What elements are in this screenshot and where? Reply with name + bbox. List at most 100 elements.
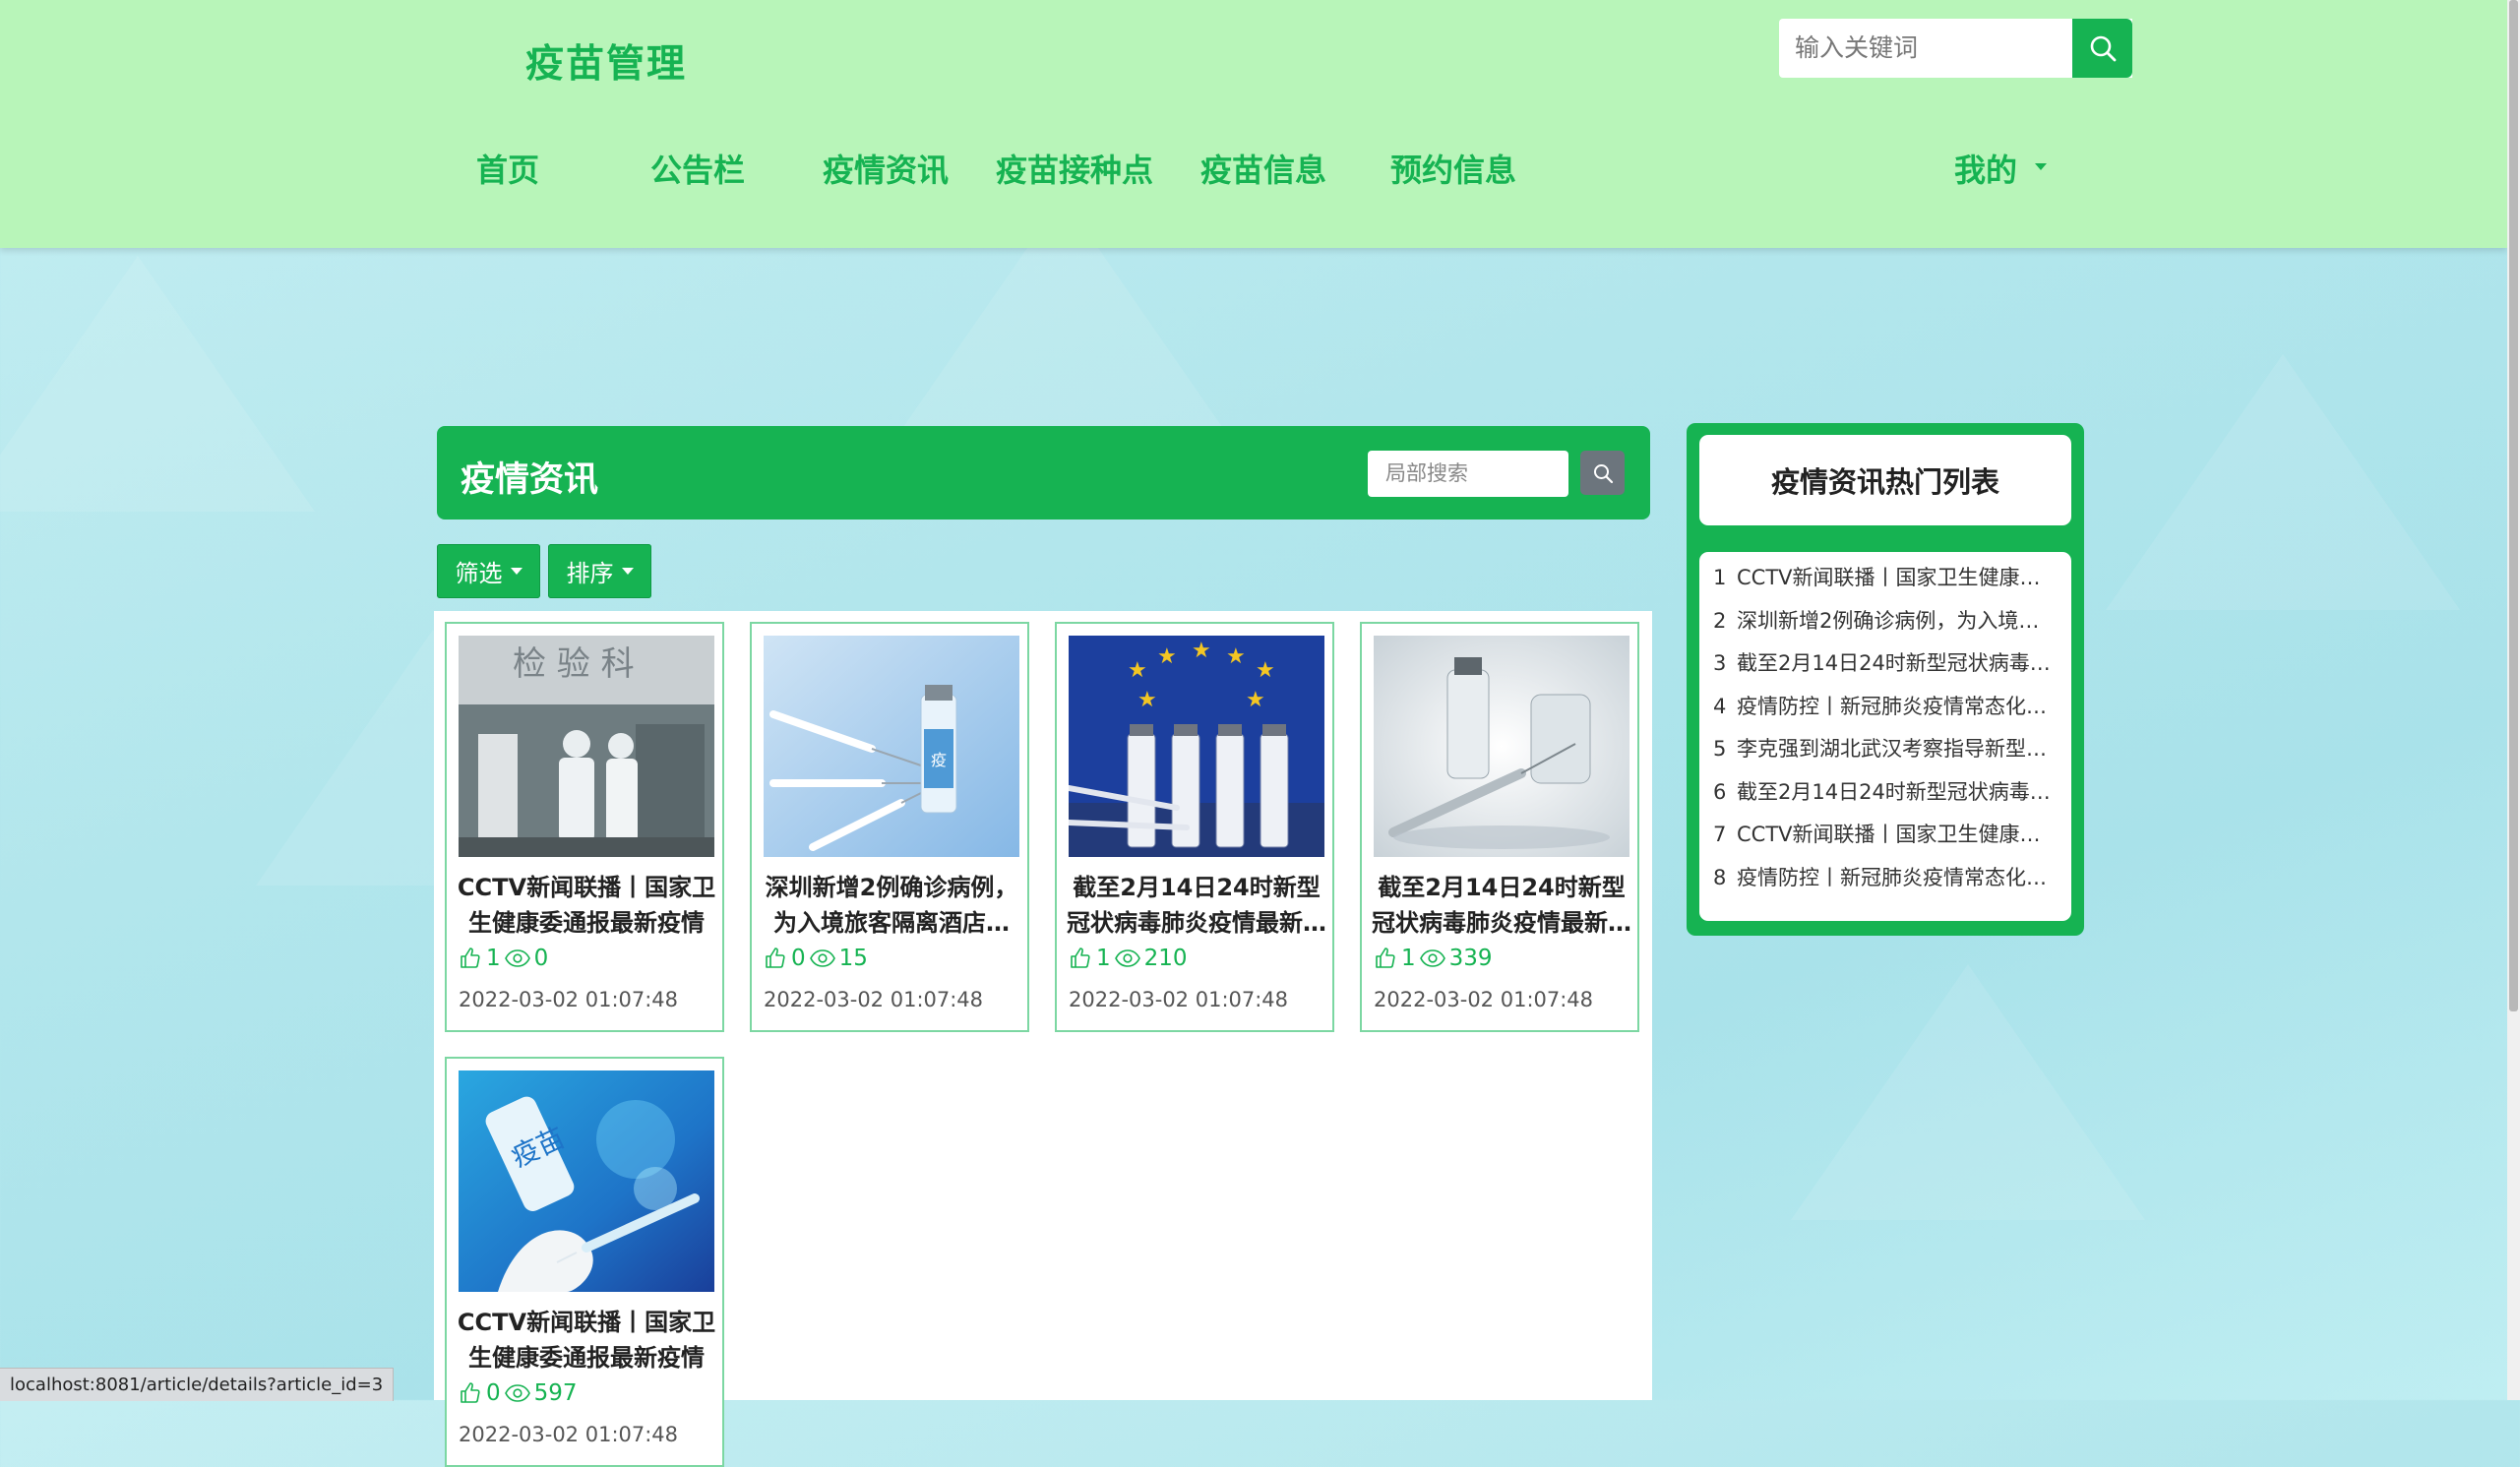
svg-text:疫: 疫 <box>931 751 947 769</box>
news-image-eu-vaccines[interactable]: ★ ★ ★ ★ ★ ★ ★ <box>1069 636 1324 857</box>
hot-list-item-title[interactable]: 李克强到湖北武汉考察指导新型… <box>1737 737 2047 761</box>
nav-vaccine-info[interactable]: 疫苗信息 <box>1200 146 1326 189</box>
news-date: 2022-03-02 01:07:48 <box>459 1423 679 1446</box>
news-image-vial-syringe[interactable] <box>1374 636 1629 857</box>
news-stats: 1 210 <box>1069 944 1188 973</box>
scrollbar-thumb[interactable] <box>2509 0 2518 1011</box>
news-stats: 1 0 <box>459 944 548 973</box>
news-card[interactable]: ★ ★ ★ ★ ★ ★ ★ 截至2月14日24时新型冠状病毒肺炎疫情最新… 1 210 2… <box>1055 622 1334 1032</box>
chevron-down-icon[interactable] <box>2035 163 2047 170</box>
news-title[interactable]: CCTV新闻联播丨国家卫生健康委通报最新疫情 <box>457 1305 716 1375</box>
like-count: 0 <box>486 1380 501 1406</box>
news-stats: 0 597 <box>459 1378 578 1408</box>
top-navbar: 疫苗管理 首页 公告栏 疫情资讯 疫苗接种点 疫苗信息 预约信息 我的 <box>0 0 2507 248</box>
user-menu[interactable]: 我的 <box>1954 146 2017 189</box>
view-count: 339 <box>1448 946 1493 971</box>
svg-text:★: ★ <box>1192 639 1211 663</box>
background-shape <box>1791 964 2145 1220</box>
svg-text:★: ★ <box>1246 688 1265 712</box>
eye-icon <box>504 949 530 967</box>
news-title[interactable]: 截至2月14日24时新型冠状病毒肺炎疫情最新… <box>1067 870 1326 941</box>
news-date: 2022-03-02 01:07:48 <box>1069 988 1289 1011</box>
svg-text:★: ★ <box>1157 644 1177 669</box>
view-count: 0 <box>533 946 549 971</box>
rank-number: 5 <box>1713 737 1727 761</box>
search-icon <box>1593 463 1613 483</box>
thumbs-up-icon[interactable] <box>1374 947 1397 970</box>
hot-list-item-title[interactable]: CCTV新闻联播丨国家卫生健康… <box>1737 566 2041 589</box>
hot-list-item[interactable]: 7 CCTV新闻联播丨国家卫生健康… <box>1713 820 2058 849</box>
browser-status-url: localhost:8081/article/details?article_i… <box>0 1368 395 1401</box>
sort-button[interactable]: 排序 <box>548 544 651 598</box>
news-title[interactable]: CCTV新闻联播丨国家卫生健康委通报最新疫情 <box>457 870 716 941</box>
filter-label: 筛选 <box>455 560 503 587</box>
news-card[interactable]: 疫 深圳新增2例确诊病例，为入境旅客隔离酒店… 0 15 2022-03-02 … <box>750 622 1029 1032</box>
page-title: 疫情资讯 <box>461 460 599 500</box>
local-search-button[interactable] <box>1580 451 1625 495</box>
local-search-input[interactable] <box>1368 451 1580 495</box>
view-count: 15 <box>838 946 868 971</box>
hot-list-item[interactable]: 1 CCTV新闻联播丨国家卫生健康… <box>1713 563 2058 592</box>
eye-icon <box>809 949 835 967</box>
rank-number: 3 <box>1713 651 1727 675</box>
hot-list-item[interactable]: 5 李克强到湖北武汉考察指导新型… <box>1713 734 2058 764</box>
svg-text:★: ★ <box>1128 658 1147 683</box>
news-panel-header: 疫情资讯 <box>437 426 1650 520</box>
hot-list-item[interactable]: 3 截至2月14日24时新型冠状病毒… <box>1713 648 2058 678</box>
news-image-vaccine-hand[interactable]: 疫苗 <box>459 1070 714 1292</box>
thumbs-up-icon[interactable] <box>459 1381 482 1405</box>
hot-list-item-title[interactable]: 疫情防控丨新冠肺炎疫情常态化… <box>1737 866 2047 889</box>
eye-icon <box>504 1384 530 1402</box>
site-brand[interactable]: 疫苗管理 <box>525 33 687 89</box>
svg-text:★: ★ <box>1226 644 1246 669</box>
caret-down-icon <box>510 568 522 575</box>
nav-home[interactable]: 首页 <box>476 146 539 189</box>
hot-list: 1 CCTV新闻联播丨国家卫生健康… 2 深圳新增2例确诊病例，为入境… 3 截至2月… <box>1699 552 2071 921</box>
view-count: 210 <box>1143 946 1188 971</box>
news-stats: 1 339 <box>1374 944 1493 973</box>
hot-list-item[interactable]: 8 疫情防控丨新冠肺炎疫情常态化… <box>1713 863 2058 892</box>
thumbs-up-icon[interactable] <box>1069 947 1092 970</box>
news-date: 2022-03-02 01:07:48 <box>1374 988 1594 1011</box>
rank-number: 8 <box>1713 866 1727 889</box>
background-shape <box>2106 354 2460 610</box>
news-image-syringes[interactable]: 疫 <box>764 636 1019 857</box>
hot-list-item-title[interactable]: CCTV新闻联播丨国家卫生健康… <box>1737 823 2041 846</box>
rank-number: 2 <box>1713 609 1727 633</box>
news-title[interactable]: 深圳新增2例确诊病例，为入境旅客隔离酒店… <box>762 870 1021 941</box>
nav-epidemic-news[interactable]: 疫情资讯 <box>823 146 949 189</box>
like-count: 1 <box>1096 946 1111 971</box>
news-card[interactable]: 检 验 科 CCTV新闻联播丨国家卫生健康委通报最新疫情 1 0 2022-03… <box>445 622 724 1032</box>
thumbs-up-icon[interactable] <box>764 947 787 970</box>
hot-list-item-title[interactable]: 疫情防控丨新冠肺炎疫情常态化… <box>1737 695 2047 718</box>
sort-label: 排序 <box>566 560 614 587</box>
like-count: 1 <box>1401 946 1416 971</box>
hot-list-item-title[interactable]: 截至2月14日24时新型冠状病毒… <box>1737 651 2051 675</box>
thumbs-up-icon[interactable] <box>459 947 482 970</box>
search-button[interactable] <box>2072 19 2132 78</box>
news-card[interactable]: 截至2月14日24时新型冠状病毒肺炎疫情最新… 1 339 2022-03-02… <box>1360 622 1639 1032</box>
news-card[interactable]: 疫苗 CCTV新闻联播丨国家卫生健康委通报最新疫情 0 597 2022-03-… <box>445 1057 724 1467</box>
hot-list-item[interactable]: 4 疫情防控丨新冠肺炎疫情常态化… <box>1713 692 2058 721</box>
news-date: 2022-03-02 01:07:48 <box>764 988 984 1011</box>
hot-list-item-title[interactable]: 截至2月14日24时新型冠状病毒… <box>1737 780 2051 804</box>
nav-vaccination-sites[interactable]: 疫苗接种点 <box>996 146 1153 189</box>
background-shape <box>0 256 315 512</box>
rank-number: 4 <box>1713 695 1727 718</box>
hot-list-item-title[interactable]: 深圳新增2例确诊病例，为入境… <box>1737 609 2039 633</box>
eye-icon <box>1114 949 1140 967</box>
nav-notice-board[interactable]: 公告栏 <box>650 146 745 189</box>
eye-icon <box>1419 949 1445 967</box>
svg-text:★: ★ <box>1137 688 1157 712</box>
hot-list-item[interactable]: 6 截至2月14日24时新型冠状病毒… <box>1713 777 2058 807</box>
news-image-lab[interactable]: 检 验 科 <box>459 636 714 857</box>
local-search <box>1368 451 1580 497</box>
news-title[interactable]: 截至2月14日24时新型冠状病毒肺炎疫情最新… <box>1372 870 1631 941</box>
hot-list-title: 疫情资讯热门列表 <box>1699 435 2071 525</box>
nav-appointments[interactable]: 预约信息 <box>1390 146 1516 189</box>
filter-button[interactable]: 筛选 <box>437 544 540 598</box>
like-count: 0 <box>791 946 806 971</box>
search-icon <box>2090 35 2116 62</box>
hot-list-item[interactable]: 2 深圳新增2例确诊病例，为入境… <box>1713 606 2058 636</box>
rank-number: 7 <box>1713 823 1727 846</box>
